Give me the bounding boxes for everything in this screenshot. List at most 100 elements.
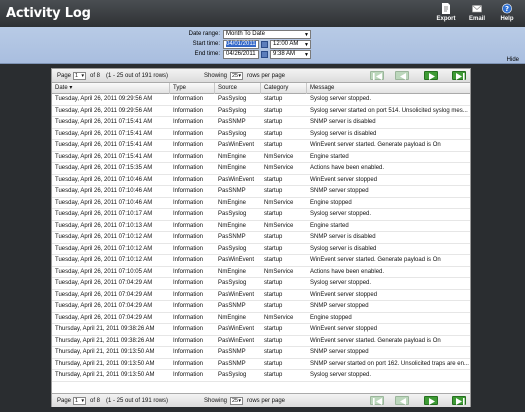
table-row[interactable]: Thursday, April 21, 2011 09:13:50 AM Info… bbox=[52, 347, 470, 359]
cell-category: startup bbox=[264, 291, 283, 298]
page-select[interactable]: 1 ▼ bbox=[73, 72, 86, 80]
row-range-text: (1 - 25 out of 191 rows) bbox=[106, 398, 169, 404]
prev-page-button[interactable] bbox=[395, 396, 409, 405]
cell-message: Syslog server stopped. bbox=[310, 280, 372, 286]
table-row[interactable]: Tuesday, April 26, 2011 07:10:05 AM Infor… bbox=[52, 266, 470, 278]
column-header-category[interactable]: Category bbox=[261, 83, 307, 94]
table-row[interactable]: Tuesday, April 26, 2011 07:10:12 AM Infor… bbox=[52, 243, 470, 255]
cell-source: PasWinEvent bbox=[218, 257, 255, 263]
table-row[interactable]: Tuesday, April 26, 2011 07:04:29 AM Infor… bbox=[52, 301, 470, 313]
cell-date: Tuesday, April 26, 2011 07:04:29 AM bbox=[55, 280, 153, 286]
table-row[interactable]: Tuesday, April 26, 2011 07:04:29 AM Infor… bbox=[52, 289, 470, 301]
cell-date: Tuesday, April 26, 2011 07:10:17 AM bbox=[55, 211, 153, 217]
column-header-date[interactable]: Date ▾ bbox=[52, 83, 170, 94]
prev-page-button[interactable] bbox=[395, 71, 409, 80]
table-row[interactable]: Thursday, April 21, 2011 09:13:50 AM Info… bbox=[52, 358, 470, 370]
cell-category: startup bbox=[264, 257, 283, 263]
cell-type: Information bbox=[173, 199, 204, 206]
cell-source: PasSNMP bbox=[218, 360, 246, 367]
cell-message: WinEvent server started. Generate payloa… bbox=[310, 142, 441, 148]
start-date-input[interactable]: 04/01/2011 bbox=[223, 40, 259, 49]
column-header-message[interactable]: Message bbox=[307, 83, 470, 94]
cell-message: Syslog server stopped. bbox=[310, 211, 372, 217]
table-row[interactable]: Tuesday, April 26, 2011 07:04:29 AM Infor… bbox=[52, 312, 470, 324]
showing-label: Showing bbox=[204, 73, 228, 79]
table-row[interactable]: Tuesday, April 26, 2011 07:10:46 AM Infor… bbox=[52, 186, 470, 198]
table-row[interactable]: Tuesday, April 26, 2011 07:10:46 AM Infor… bbox=[52, 174, 470, 186]
cell-category: startup bbox=[264, 349, 283, 355]
table-row[interactable]: Tuesday, April 26, 2011 07:10:46 AM Infor… bbox=[52, 197, 470, 209]
activity-grid-panel: Page 1 ▼ of 8 (1 - 25 out of 191 rows) S… bbox=[51, 68, 471, 407]
calendar-icon[interactable] bbox=[261, 41, 268, 48]
cell-message: Syslog server stopped. bbox=[310, 96, 372, 102]
table-row[interactable]: Tuesday, April 26, 2011 07:15:41 AM Infor… bbox=[52, 151, 470, 163]
cell-date: Tuesday, April 26, 2011 07:10:12 AM bbox=[55, 245, 153, 252]
table-row[interactable]: Tuesday, April 26, 2011 07:10:12 AM Infor… bbox=[52, 232, 470, 244]
help-icon: ? bbox=[502, 3, 512, 14]
grid-header: Date ▾ Type Source Category Message bbox=[52, 83, 470, 94]
cell-source: PasWinEvent bbox=[218, 142, 255, 148]
cell-source: PasSNMP bbox=[218, 349, 246, 355]
calendar-icon[interactable] bbox=[261, 51, 268, 58]
rows-per-page-select[interactable]: 25 ▼ bbox=[230, 72, 243, 80]
cell-message: SNMP server stopped bbox=[310, 349, 369, 355]
first-page-button[interactable] bbox=[370, 71, 384, 80]
next-page-button[interactable] bbox=[424, 396, 438, 405]
column-header-source[interactable]: Source bbox=[215, 83, 261, 94]
table-row[interactable]: Tuesday, April 26, 2011 07:15:41 AM Infor… bbox=[52, 117, 470, 129]
last-page-button[interactable] bbox=[452, 71, 466, 80]
email-button[interactable]: Email bbox=[464, 3, 490, 22]
cell-message: Actions have been enabled. bbox=[310, 165, 385, 171]
cell-date: Tuesday, April 26, 2011 07:10:12 AM bbox=[55, 234, 153, 240]
chevron-down-icon: ▼ bbox=[80, 398, 85, 403]
last-page-icon bbox=[456, 73, 465, 80]
table-row[interactable]: Thursday, April 21, 2011 09:38:26 AM Info… bbox=[52, 324, 470, 336]
next-page-button[interactable] bbox=[424, 71, 438, 80]
rows-per-page-select[interactable]: 25 ▼ bbox=[230, 397, 243, 405]
table-row[interactable]: Tuesday, April 26, 2011 07:10:12 AM Infor… bbox=[52, 255, 470, 267]
last-page-button[interactable] bbox=[452, 396, 466, 405]
cell-category: startup bbox=[264, 119, 283, 125]
table-row[interactable]: Tuesday, April 26, 2011 09:29:56 AM Infor… bbox=[52, 105, 470, 117]
first-page-icon bbox=[373, 73, 382, 80]
date-range-select[interactable]: Month To Date ▼ bbox=[223, 30, 311, 39]
cell-source: PasSNMP bbox=[218, 234, 246, 240]
help-button[interactable]: ? Help bbox=[494, 3, 520, 22]
cell-category: startup bbox=[264, 245, 283, 252]
table-row[interactable]: Tuesday, April 26, 2011 07:10:17 AM Infor… bbox=[52, 209, 470, 221]
table-row[interactable]: Thursday, April 21, 2011 09:38:26 AM Info… bbox=[52, 335, 470, 347]
table-row[interactable]: Tuesday, April 26, 2011 09:29:56 AM Infor… bbox=[52, 94, 470, 106]
cell-date: Thursday, April 21, 2011 09:38:26 AM bbox=[55, 326, 155, 332]
cell-message: WinEvent server stopped bbox=[310, 176, 378, 183]
table-row[interactable]: Tuesday, April 26, 2011 07:15:41 AM Infor… bbox=[52, 140, 470, 152]
cell-type: Information bbox=[173, 303, 204, 309]
table-row[interactable]: Tuesday, April 26, 2011 07:04:29 AM Infor… bbox=[52, 278, 470, 290]
table-row[interactable]: Tuesday, April 26, 2011 07:15:35 AM Infor… bbox=[52, 163, 470, 175]
column-header-type[interactable]: Type bbox=[170, 83, 215, 94]
next-page-icon bbox=[429, 398, 435, 405]
cell-type: Information bbox=[173, 245, 204, 252]
table-row[interactable]: Thursday, April 21, 2011 09:13:50 AM Info… bbox=[52, 370, 470, 382]
cell-date: Tuesday, April 26, 2011 07:10:46 AM bbox=[55, 199, 153, 206]
filter-panel: Date range: Month To Date ▼ Start time: … bbox=[0, 27, 525, 64]
export-button[interactable]: Export bbox=[433, 3, 459, 22]
table-row[interactable]: Tuesday, April 26, 2011 07:15:41 AM Infor… bbox=[52, 128, 470, 140]
first-page-button[interactable] bbox=[370, 396, 384, 405]
cell-date: Tuesday, April 26, 2011 07:10:46 AM bbox=[55, 176, 153, 183]
cell-category: startup bbox=[264, 176, 283, 183]
chevron-down-icon: ▼ bbox=[304, 32, 309, 38]
cell-message: Engine started bbox=[310, 153, 349, 160]
start-time-value: 12:00 AM bbox=[273, 41, 299, 47]
end-time-select[interactable]: 9:38 AM ▼ bbox=[270, 50, 311, 59]
cell-category: startup bbox=[264, 130, 283, 137]
start-time-select[interactable]: 12:00 AM ▼ bbox=[270, 40, 311, 49]
cell-type: Information bbox=[173, 165, 204, 171]
cell-message: WinEvent server started. Generate payloa… bbox=[310, 337, 441, 344]
end-date-input[interactable]: 04/26/2011 bbox=[223, 50, 259, 59]
page-select[interactable]: 1 ▼ bbox=[73, 397, 86, 405]
cell-category: startup bbox=[264, 96, 283, 102]
date-range-value: Month To Date bbox=[226, 31, 265, 37]
hide-link[interactable]: Hide bbox=[507, 57, 519, 63]
cell-source: PasSyslog bbox=[218, 107, 247, 114]
table-row[interactable]: Tuesday, April 26, 2011 07:10:13 AM Infor… bbox=[52, 220, 470, 232]
